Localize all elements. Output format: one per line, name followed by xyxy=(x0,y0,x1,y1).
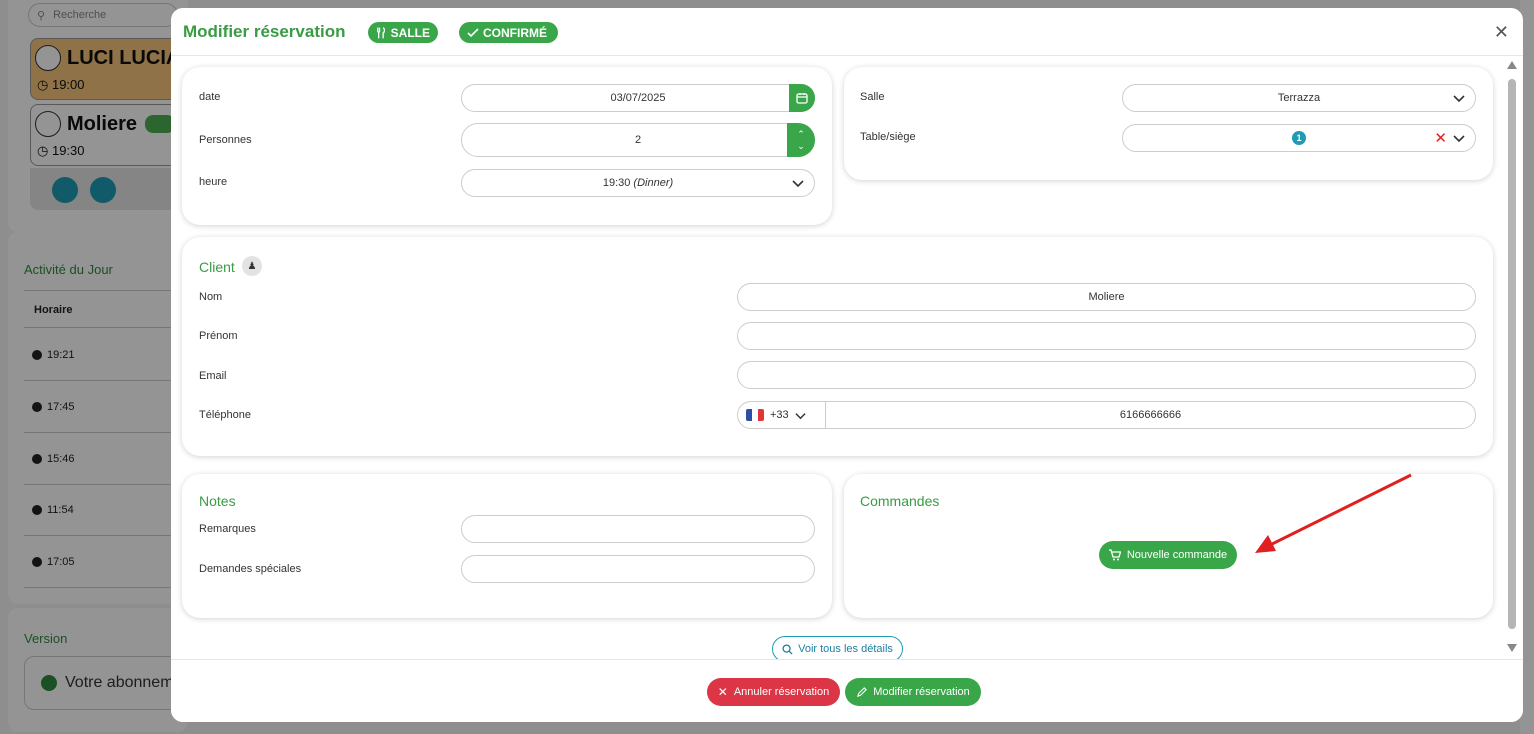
prenom-input[interactable] xyxy=(737,322,1476,350)
confirmed-badge: CONFIRMÉ xyxy=(459,22,558,43)
scroll-thumb[interactable] xyxy=(1508,79,1516,629)
nom-label: Nom xyxy=(199,291,223,303)
client-card: Client ♟ Nom Moliere Prénom Email Téléph… xyxy=(182,237,1493,456)
date-field[interactable]: 03/07/2025 xyxy=(461,84,815,112)
modal-body: date 03/07/2025 Personnes 2 ⌃ ⌄ heure 19… xyxy=(171,56,1505,659)
modify-reservation-button[interactable]: Modifier réservation xyxy=(845,678,981,706)
table-label: Table/siège xyxy=(860,131,916,143)
salle-label: Salle xyxy=(860,91,885,103)
email-label: Email xyxy=(199,370,227,382)
prenom-label: Prénom xyxy=(199,330,238,342)
calendar-icon xyxy=(796,93,808,104)
salle-select[interactable]: Terrazza xyxy=(1122,84,1476,112)
hour-select[interactable]: 19:30 (Dinner) xyxy=(461,169,815,197)
close-icon[interactable]: ✕ xyxy=(1494,22,1509,43)
notes-title: Notes xyxy=(199,493,236,509)
edit-reservation-modal: Modifier réservation SALLE CONFIRMÉ ✕ da… xyxy=(171,8,1523,722)
stepper-buttons[interactable]: ⌃ ⌄ xyxy=(787,123,815,157)
demandes-label: Demandes spéciales xyxy=(199,563,302,575)
view-details-button[interactable]: Voir tous les détails xyxy=(772,636,903,659)
close-icon: ✕ xyxy=(717,685,728,699)
remarques-label: Remarques xyxy=(199,523,256,535)
fork-knife-icon xyxy=(377,26,386,38)
booking-card: date 03/07/2025 Personnes 2 ⌃ ⌄ heure 19… xyxy=(182,67,832,225)
modal-title: Modifier réservation xyxy=(183,22,346,41)
calendar-button[interactable] xyxy=(789,84,815,112)
modal-scrollbar[interactable] xyxy=(1506,58,1517,658)
check-icon xyxy=(467,27,479,37)
modal-footer: ✕ Annuler réservation Modifier réservati… xyxy=(171,659,1523,722)
remarques-input[interactable] xyxy=(461,515,815,543)
telephone-label: Téléphone xyxy=(199,409,251,421)
demandes-input[interactable] xyxy=(461,555,815,583)
persons-stepper[interactable]: 2 ⌃ ⌄ xyxy=(461,123,815,157)
date-label: date xyxy=(199,91,221,103)
cart-icon xyxy=(1108,549,1121,561)
chevron-down-icon[interactable]: ⌄ xyxy=(797,140,805,152)
table-select[interactable]: 1 ✕ xyxy=(1122,124,1476,152)
table-count-badge: 1 xyxy=(1292,131,1306,145)
clear-icon[interactable]: ✕ xyxy=(1434,129,1447,147)
chevron-down-icon xyxy=(792,180,804,188)
telephone-field: +33 6166666666 xyxy=(737,401,1476,429)
orders-title: Commandes xyxy=(860,493,940,509)
country-code-select[interactable]: +33 xyxy=(738,402,826,428)
orders-card: Commandes Nouvelle commande xyxy=(844,474,1493,618)
chevron-up-icon[interactable]: ⌃ xyxy=(797,128,805,140)
room-card: Salle Terrazza Table/siège 1 ✕ xyxy=(844,67,1493,180)
pencil-icon xyxy=(857,686,868,697)
nom-input[interactable]: Moliere xyxy=(737,283,1476,311)
email-input[interactable] xyxy=(737,361,1476,389)
new-order-button[interactable]: Nouvelle commande xyxy=(1099,541,1237,569)
chevron-down-icon xyxy=(1453,95,1465,103)
hour-label: heure xyxy=(199,176,228,188)
search-icon xyxy=(782,643,793,655)
salle-badge: SALLE xyxy=(368,22,438,43)
service-label: (Dinner) xyxy=(633,177,674,189)
chevron-down-icon xyxy=(1453,135,1465,143)
notes-card: Notes Remarques Demandes spéciales xyxy=(182,474,832,618)
france-flag-icon xyxy=(746,409,764,421)
scroll-down-icon[interactable] xyxy=(1507,644,1517,652)
scroll-up-icon[interactable] xyxy=(1507,61,1517,69)
chevron-down-icon xyxy=(795,412,806,419)
persons-label: Personnes xyxy=(199,134,252,146)
telephone-input[interactable]: 6166666666 xyxy=(826,409,1475,421)
client-type-icon: ♟ xyxy=(242,256,262,276)
modal-header: Modifier réservation SALLE CONFIRMÉ ✕ xyxy=(171,8,1523,56)
client-title: Client xyxy=(199,259,235,275)
cancel-reservation-button[interactable]: ✕ Annuler réservation xyxy=(707,678,840,706)
